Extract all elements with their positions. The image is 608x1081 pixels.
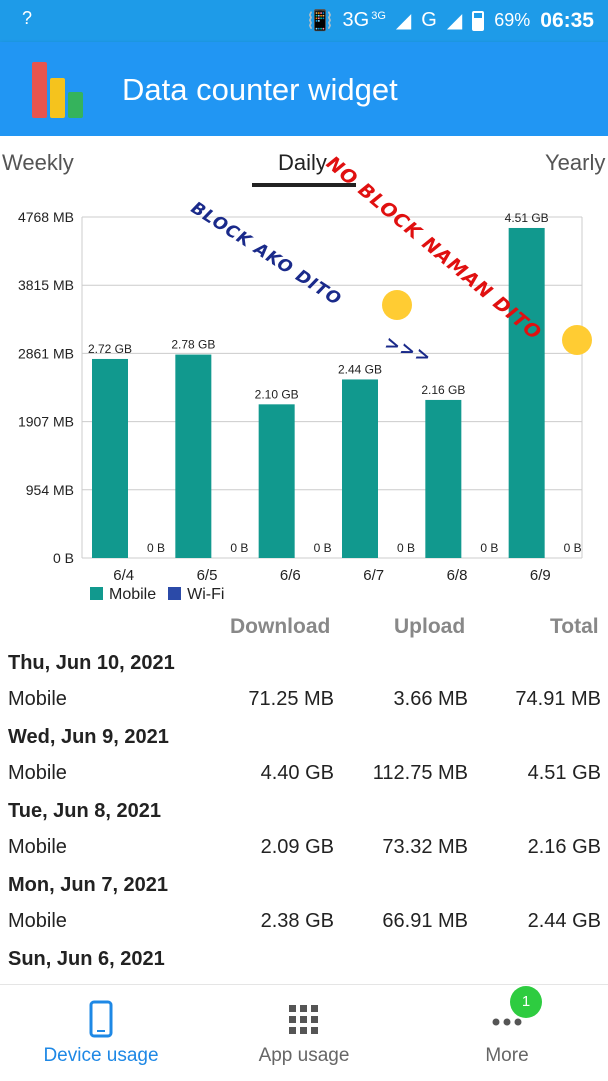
y-tick-label: 0 B (53, 550, 74, 566)
bar-value-label-wifi: 0 B (564, 541, 582, 555)
total-value: 4.51 GB (527, 762, 601, 784)
nav-app-usage[interactable]: App usage (203, 985, 405, 1081)
tab-daily[interactable]: Daily (278, 150, 327, 176)
x-tick-label: 6/7 (363, 567, 384, 584)
bar-value-label-mobile: 2.72 GB (88, 342, 132, 356)
legend-label-mobile: Mobile (109, 586, 157, 603)
x-tick-label: 6/8 (447, 567, 468, 584)
emoji-smile-icon (382, 290, 412, 320)
y-tick-label: 2861 MB (18, 345, 74, 361)
legend-label-wifi: Wi-Fi (187, 586, 225, 603)
emoji-heart-eyes-icon (562, 325, 592, 355)
network-type-label: 3G (342, 9, 370, 31)
usage-chart: 0 B 954 MB 1907 MB 2861 MB 3815 MB 4768 MB 2.7… (0, 195, 608, 605)
upload-value: 112.75 MB (372, 762, 468, 784)
date-label: Thu, Jun 10, 2021 (8, 652, 175, 674)
bar-value-label-wifi: 0 B (314, 541, 332, 555)
chart-legend: Mobile Wi-Fi (90, 586, 224, 604)
legend-swatch-mobile (90, 587, 103, 600)
app-bar: Data counter widget (0, 42, 608, 136)
header-download: Download (230, 615, 331, 638)
legend-swatch-wifi (168, 587, 182, 600)
bar-chart: 0 B 954 MB 1907 MB 2861 MB 3815 MB 4768 MB 2.7… (18, 209, 583, 584)
signal-unknown-icon: ? (22, 8, 33, 28)
download-value: 2.09 GB (260, 836, 334, 858)
grid-icon (289, 1005, 318, 1034)
more-icon (492, 1018, 522, 1026)
nav-device-usage[interactable]: Device usage (0, 985, 202, 1081)
upload-value: 66.91 MB (382, 910, 468, 932)
date-label: Sun, Jun 6, 2021 (8, 948, 165, 970)
date-label: Wed, Jun 9, 2021 (8, 726, 169, 748)
download-value: 71.25 MB (248, 688, 334, 710)
y-tick-label: 954 MB (26, 482, 74, 498)
connection-type: Mobile (8, 688, 67, 710)
nav-app-usage-label: App usage (258, 1045, 350, 1066)
header-total: Total (550, 615, 599, 638)
app-title: Data counter widget (122, 72, 398, 107)
legend-item-wifi: Wi-Fi (168, 586, 224, 604)
nav-device-usage-label: Device usage (43, 1045, 159, 1066)
x-tick-label: 6/6 (280, 567, 301, 584)
clock: 06:35 (540, 8, 594, 32)
upload-value: 73.32 MB (382, 836, 468, 858)
vibrate-icon: 📳 (307, 10, 333, 32)
y-tick-label: 4768 MB (18, 209, 74, 225)
bar-value-label-wifi: 0 B (397, 541, 415, 555)
x-tick-label: 6/9 (530, 567, 551, 584)
connection-type: Mobile (8, 836, 67, 858)
bar-mobile (342, 379, 378, 558)
connection-type: Mobile (8, 910, 67, 932)
y-tick-label: 1907 MB (18, 414, 74, 430)
total-value: 2.16 GB (527, 836, 601, 858)
tab-yearly[interactable]: Yearly (545, 150, 605, 176)
bar-value-label-mobile: 4.51 GB (505, 211, 549, 225)
bar-value-label-wifi: 0 B (230, 541, 248, 555)
bar-value-label-wifi: 0 B (147, 541, 165, 555)
upload-value: 3.66 MB (393, 688, 468, 710)
bar-value-label-mobile: 2.44 GB (338, 362, 382, 376)
battery-percent: 69% (494, 10, 531, 30)
bar-value-label-mobile: 2.78 GB (171, 338, 215, 352)
nav-more-label: More (485, 1045, 529, 1066)
bar-mobile (258, 404, 295, 558)
app-logo-icon (28, 60, 90, 118)
total-value: 2.44 GB (527, 910, 601, 932)
battery-icon (472, 10, 485, 31)
bar-value-label-mobile: 2.16 GB (421, 383, 465, 397)
phone-icon (89, 1000, 113, 1038)
y-tick-label: 3815 MB (18, 277, 74, 293)
bar-mobile (92, 358, 128, 558)
x-tick-label: 6/5 (197, 567, 218, 584)
download-value: 2.38 GB (260, 910, 334, 932)
bar-value-label-wifi: 0 B (480, 541, 498, 555)
bar-mobile (425, 399, 462, 558)
bar-mobile (508, 227, 545, 559)
connection-type: Mobile (8, 762, 67, 784)
period-tabs: Weekly Daily Yearly (0, 136, 608, 192)
bar-value-label-mobile: 2.10 GB (255, 387, 299, 401)
date-label: Tue, Jun 8, 2021 (8, 800, 162, 822)
bar-mobile (175, 354, 212, 558)
nav-more[interactable]: More (406, 985, 608, 1081)
tab-weekly[interactable]: Weekly (2, 150, 74, 176)
x-tick-label: 6/4 (113, 567, 134, 584)
network-g-label: G (421, 9, 437, 31)
status-bar: ? 📳 3G 3G ◢ G ◢ 69% 06:35 (0, 0, 608, 42)
signal-bars-icon-2: ◢ (446, 10, 463, 32)
signal-bars-icon: ◢ (395, 10, 412, 32)
header-upload: Upload (394, 615, 466, 638)
notification-badge: 1 (510, 986, 542, 1018)
network-secondary-label: 3G (371, 9, 386, 22)
download-value: 4.40 GB (260, 762, 334, 784)
total-value: 74.91 MB (515, 688, 601, 710)
legend-item-mobile: Mobile (90, 586, 156, 604)
date-label: Mon, Jun 7, 2021 (8, 874, 169, 896)
